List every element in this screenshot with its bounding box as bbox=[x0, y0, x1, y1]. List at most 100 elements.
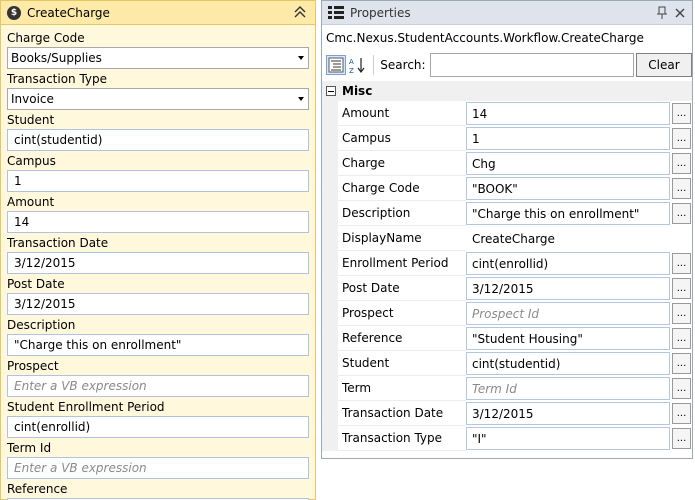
clear-search-button[interactable]: Clear bbox=[635, 53, 692, 77]
row-gutter bbox=[322, 301, 338, 326]
amount-input[interactable]: 14 bbox=[7, 211, 309, 233]
property-value-charge[interactable]: Chg bbox=[466, 152, 670, 175]
create-charge-activity[interactable]: $ CreateCharge Charge Code Books/Supplies… bbox=[0, 0, 316, 500]
property-value-text: 3/12/2015 bbox=[472, 281, 534, 296]
property-row-student[interactable]: Student cint(studentid)... bbox=[322, 351, 692, 376]
field-value: 3/12/2015 bbox=[14, 256, 76, 270]
activity-fields: Charge Code Books/Supplies Transaction Typ… bbox=[1, 25, 315, 500]
property-value-term[interactable]: Term Id bbox=[466, 377, 670, 400]
row-gutter bbox=[322, 201, 338, 226]
expression-editor-button[interactable]: ... bbox=[672, 203, 691, 224]
property-row-charge[interactable]: Charge Chg... bbox=[322, 151, 692, 176]
property-row-amount[interactable]: Amount 14... bbox=[322, 101, 692, 126]
post-date-input[interactable]: 3/12/2015 bbox=[7, 293, 309, 315]
field-label-campus: Campus bbox=[7, 154, 56, 168]
expression-editor-button[interactable]: ... bbox=[672, 403, 691, 424]
description-input[interactable]: "Charge this on enrollment" bbox=[7, 334, 309, 356]
properties-title: Properties bbox=[350, 5, 411, 20]
property-value-charge-code[interactable]: "BOOK" bbox=[466, 177, 670, 200]
expression-editor-button[interactable]: ... bbox=[672, 103, 691, 124]
svg-text:Z: Z bbox=[349, 67, 354, 74]
property-row-term[interactable]: Term Term Id... bbox=[322, 376, 692, 401]
field-label-amount: Amount bbox=[7, 195, 55, 209]
property-value-transaction-type[interactable]: "I" bbox=[466, 427, 670, 450]
dropdown-arrow-icon[interactable] bbox=[298, 97, 304, 101]
property-value-text: cint(enrollid) bbox=[472, 256, 549, 271]
property-row-reference[interactable]: Reference "Student Housing"... bbox=[322, 326, 692, 351]
expression-editor-button[interactable]: ... bbox=[672, 328, 691, 349]
property-name: Transaction Type bbox=[338, 426, 466, 451]
property-row-description[interactable]: Description "Charge this on enrollment"..… bbox=[322, 201, 692, 226]
property-row-transaction-date[interactable]: Transaction Date 3/12/2015... bbox=[322, 401, 692, 426]
student-input[interactable]: cint(studentid) bbox=[7, 129, 309, 151]
category-misc[interactable]: Misc bbox=[322, 81, 692, 101]
property-row-charge-code[interactable]: Charge Code "BOOK"... bbox=[322, 176, 692, 201]
alphabetical-sort-button[interactable]: A Z bbox=[348, 55, 368, 75]
property-value-post-date[interactable]: 3/12/2015 bbox=[466, 277, 670, 300]
property-value-text: Chg bbox=[472, 156, 496, 171]
transaction-type-combobox[interactable]: Invoice bbox=[7, 88, 309, 110]
property-value-displayname[interactable]: CreateCharge bbox=[466, 227, 670, 250]
property-rows: Amount 14... Campus 1... Charge Chg... Charge … bbox=[322, 101, 692, 451]
row-gutter bbox=[322, 426, 338, 451]
property-value-reference[interactable]: "Student Housing" bbox=[466, 327, 670, 350]
property-row-transaction-type[interactable]: Transaction Type "I"... bbox=[322, 426, 692, 451]
row-gutter bbox=[322, 351, 338, 376]
property-name: Term bbox=[338, 376, 466, 401]
field-label-student: Student bbox=[7, 113, 55, 127]
charge-code-combobox[interactable]: Books/Supplies bbox=[7, 47, 309, 69]
prospect-input[interactable]: Enter a VB expression bbox=[7, 375, 309, 397]
close-icon[interactable] bbox=[674, 6, 686, 20]
property-value-amount[interactable]: 14 bbox=[466, 102, 670, 125]
field-value: 3/12/2015 bbox=[14, 297, 76, 311]
pin-icon[interactable] bbox=[656, 6, 668, 20]
category-label: Misc bbox=[342, 84, 373, 98]
expression-editor-button[interactable]: ... bbox=[672, 428, 691, 449]
expression-editor-button[interactable]: ... bbox=[672, 128, 691, 149]
expression-editor-button[interactable]: ... bbox=[672, 353, 691, 374]
property-row-campus[interactable]: Campus 1... bbox=[322, 126, 692, 151]
property-row-enrollment-period[interactable]: Enrollment Period cint(enrollid)... bbox=[322, 251, 692, 276]
property-value-text: "I" bbox=[472, 431, 487, 446]
row-gutter bbox=[322, 276, 338, 301]
expression-editor-button[interactable]: ... bbox=[672, 378, 691, 399]
property-row-displayname[interactable]: DisplayNameCreateCharge... bbox=[322, 226, 692, 251]
expression-editor-button[interactable]: ... bbox=[672, 303, 691, 324]
property-row-post-date[interactable]: Post Date 3/12/2015... bbox=[322, 276, 692, 301]
property-value-text: Term Id bbox=[472, 381, 517, 396]
property-value-enrollment-period[interactable]: cint(enrollid) bbox=[466, 252, 670, 275]
transaction-date-input[interactable]: 3/12/2015 bbox=[7, 252, 309, 274]
student-enrollment-period-input[interactable]: cint(enrollid) bbox=[7, 416, 309, 438]
property-search-input[interactable] bbox=[429, 53, 634, 77]
expression-editor-button[interactable]: ... bbox=[672, 178, 691, 199]
activity-header[interactable]: $ CreateCharge bbox=[1, 1, 315, 25]
categorized-view-button[interactable] bbox=[326, 55, 346, 75]
selected-object-name: Cmc.Nexus.StudentAccounts.Workflow.Creat… bbox=[326, 31, 644, 45]
property-value-text: "Student Housing" bbox=[472, 331, 583, 346]
dropdown-arrow-icon[interactable] bbox=[298, 56, 304, 60]
term-id-input[interactable]: Enter a VB expression bbox=[7, 457, 309, 479]
row-gutter bbox=[322, 376, 338, 401]
expression-editor-button[interactable]: ... bbox=[672, 278, 691, 299]
toolbar-separator bbox=[373, 55, 375, 75]
collapse-chevron-icon[interactable] bbox=[293, 4, 307, 20]
property-name: Campus bbox=[338, 126, 466, 151]
property-value-transaction-date[interactable]: 3/12/2015 bbox=[466, 402, 670, 425]
campus-input[interactable]: 1 bbox=[7, 170, 309, 192]
property-value-text: 3/12/2015 bbox=[472, 406, 534, 421]
expression-editor-button[interactable]: ... bbox=[672, 153, 691, 174]
property-grid: Misc Amount 14... Campus 1... Charge Chg... Ch… bbox=[322, 81, 692, 451]
property-value-text: 1 bbox=[472, 131, 480, 146]
row-gutter bbox=[322, 326, 338, 351]
row-gutter bbox=[322, 401, 338, 426]
property-value-description[interactable]: "Charge this on enrollment" bbox=[466, 202, 670, 225]
field-value: Enter a VB expression bbox=[14, 379, 147, 393]
expression-editor-button[interactable]: ... bbox=[672, 253, 691, 274]
collapse-toggle-icon[interactable] bbox=[326, 86, 336, 96]
property-value-student[interactable]: cint(studentid) bbox=[466, 352, 670, 375]
property-value-prospect[interactable]: Prospect Id bbox=[466, 302, 670, 325]
property-value-campus[interactable]: 1 bbox=[466, 127, 670, 150]
property-name: Student bbox=[338, 351, 466, 376]
field-value: Enter a VB expression bbox=[14, 461, 147, 475]
property-row-prospect[interactable]: Prospect Prospect Id... bbox=[322, 301, 692, 326]
